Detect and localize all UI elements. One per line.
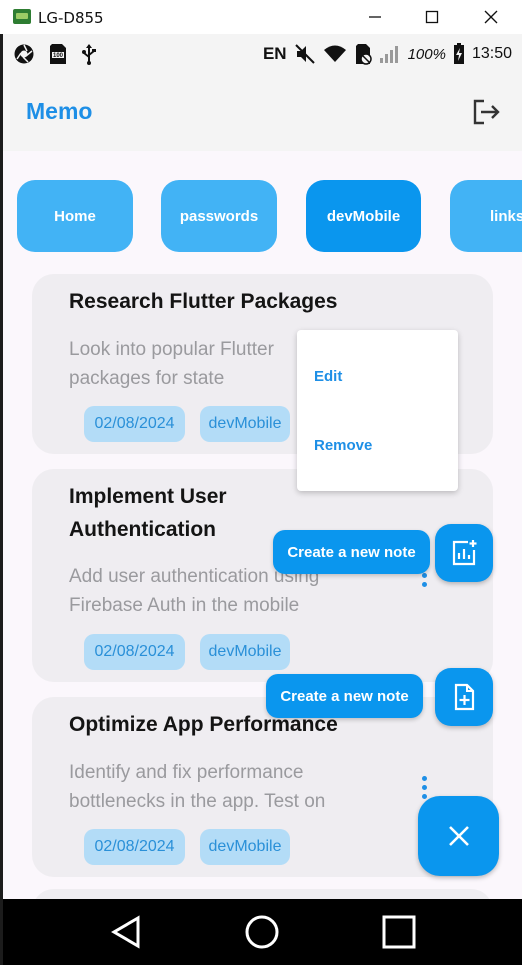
note-title-line: Research Flutter Packages — [69, 290, 338, 313]
back-icon — [111, 915, 140, 949]
aperture-icon — [14, 44, 34, 64]
note-category: devMobile — [208, 838, 282, 855]
minimize-button[interactable] — [355, 4, 395, 30]
note-title: Implement User Authentication — [69, 480, 227, 546]
window-titlebar: LG-D855 — [0, 0, 522, 34]
logout-button[interactable] — [470, 96, 502, 128]
category-chip-passwords[interactable]: passwords — [161, 180, 277, 252]
minimize-icon — [369, 16, 381, 18]
note-date-tag: 02/08/2024 — [84, 406, 185, 442]
note-category-tag: devMobile — [200, 829, 290, 865]
note-body: Look into popular Flutter packages for s… — [69, 335, 274, 393]
wifi-icon — [323, 45, 346, 62]
window-title: LG-D855 — [38, 9, 104, 27]
clock: 13:50 — [471, 45, 512, 62]
create-note-chart-label[interactable]: Create a new note — [273, 530, 430, 574]
add-chart-icon — [452, 540, 477, 566]
app-bar: Memo — [3, 74, 522, 151]
note-body-line: packages for state — [69, 368, 225, 389]
back-button[interactable] — [106, 912, 146, 952]
note-category-tag: devMobile — [200, 406, 290, 442]
note-category-tag: devMobile — [200, 634, 290, 670]
note-body-line: Firebase Auth in the mobile — [69, 595, 300, 616]
recents-icon — [382, 915, 416, 949]
phone-screen: 100 EN 100% 13:50 Memo Home passwords de… — [3, 34, 522, 965]
create-note-file-label[interactable]: Create a new note — [266, 674, 423, 718]
app-window-icon — [13, 9, 31, 24]
app-title: Memo — [26, 98, 93, 124]
signal-icon — [379, 46, 398, 63]
maximize-icon — [425, 10, 439, 24]
note-date: 02/08/2024 — [94, 838, 175, 855]
create-note-chart-label-text: Create a new note — [287, 543, 416, 561]
menu-item-remove[interactable]: Remove — [314, 437, 372, 454]
category-chip-home[interactable]: Home — [17, 180, 133, 252]
svg-text:100: 100 — [53, 53, 64, 59]
no-sim-icon — [355, 44, 372, 65]
battery-icon — [453, 43, 464, 64]
note-body-line: Identify and fix performance — [69, 762, 304, 783]
usb-icon — [82, 44, 96, 65]
note-date-tag: 02/08/2024 — [84, 634, 185, 670]
home-button[interactable] — [242, 912, 282, 952]
sd-100-icon: 100 — [50, 44, 66, 64]
note-body: Identify and fix performance bottlenecks… — [69, 758, 325, 816]
note-title-line: Authentication — [69, 518, 216, 541]
create-note-file-button[interactable] — [435, 668, 493, 726]
home-icon — [245, 915, 279, 949]
battery-percent: 100% — [407, 45, 446, 63]
category-chip-label: devMobile — [326, 207, 401, 225]
note-date-tag: 02/08/2024 — [84, 829, 185, 865]
add-file-icon — [454, 683, 475, 711]
category-chip-label: Home — [54, 207, 96, 225]
create-note-file-label-text: Create a new note — [280, 687, 409, 705]
create-note-chart-button[interactable] — [435, 524, 493, 582]
close-window-icon — [484, 10, 498, 24]
note-date: 02/08/2024 — [94, 643, 175, 660]
language-indicator: EN — [262, 44, 287, 63]
close-fab-button[interactable] — [418, 796, 499, 876]
note-title-line: Implement User — [69, 485, 227, 508]
category-chip-label: links — [490, 207, 522, 225]
logout-icon — [473, 99, 500, 125]
note-body-line: bottlenecks in the app. Test on — [69, 791, 326, 812]
status-bar: 100 EN 100% 13:50 — [3, 34, 522, 74]
mute-icon — [294, 44, 315, 64]
maximize-button[interactable] — [412, 4, 452, 30]
note-date: 02/08/2024 — [94, 415, 175, 432]
recents-button[interactable] — [379, 912, 419, 952]
note-context-menu: Edit Remove — [297, 330, 458, 491]
note-category: devMobile — [208, 643, 282, 660]
note-card[interactable]: Implement User Authentication Add user a… — [32, 469, 493, 682]
note-title: Research Flutter Packages — [69, 285, 337, 318]
menu-item-edit[interactable]: Edit — [314, 368, 342, 385]
category-chip-label: passwords — [179, 207, 259, 225]
note-category: devMobile — [208, 415, 282, 432]
navigation-bar — [3, 899, 522, 965]
category-chip-links[interactable]: links — [450, 180, 522, 252]
close-window-button[interactable] — [471, 4, 511, 30]
category-chip-devmobile[interactable]: devMobile — [306, 180, 421, 252]
close-icon — [448, 826, 469, 846]
note-body-line: Look into popular Flutter — [69, 339, 274, 360]
